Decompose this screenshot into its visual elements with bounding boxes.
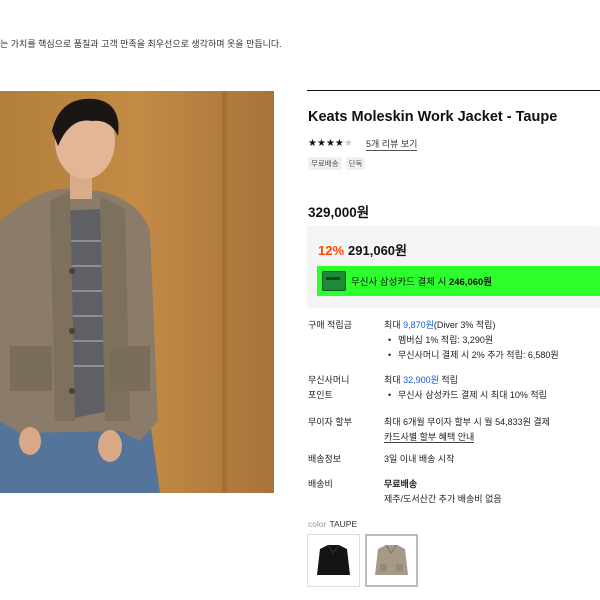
points-value: 9,870원 bbox=[403, 320, 434, 330]
points-suffix: (Diver 3% 적립) bbox=[433, 320, 496, 330]
points-sub-item: 멤버십 1% 적립: 3,290원 bbox=[384, 333, 559, 348]
color-label-text: color bbox=[308, 519, 327, 529]
money-label-line2: 포인트 bbox=[308, 390, 333, 400]
sale-price-box: 12% 291,060원 무신사 삼성카드 결제 시 246,060원 bbox=[307, 226, 600, 308]
money-sub-item: 무신사 삼성카드 결제 시 최대 10% 적립 bbox=[384, 388, 547, 403]
discount-percent: 12% bbox=[318, 243, 345, 258]
product-title: Keats Moleskin Work Jacket - Taupe bbox=[308, 109, 558, 125]
badge-list: 무료배송 단독 bbox=[308, 157, 366, 170]
points-value-block: 최대 9,870원(Diver 3% 적립) 멤버십 1% 적립: 3,290원… bbox=[384, 318, 559, 363]
card-promo-price: 246,060원 bbox=[448, 277, 493, 288]
star-icon: ★ bbox=[334, 138, 344, 149]
star-icon: ★ bbox=[308, 138, 317, 149]
credit-card-icon bbox=[322, 271, 346, 291]
star-icon: ★ bbox=[325, 138, 335, 149]
sale-price: 291,060원 bbox=[348, 243, 407, 258]
shipping-note: 제주/도서산간 추가 배송비 없음 bbox=[384, 494, 502, 504]
points-label: 구매 적립금 bbox=[308, 320, 352, 330]
installment-value-block: 최대 6개월 무이자 할부 시 월 54,833원 결제 카드사별 할부 혜택 … bbox=[384, 415, 550, 445]
installment-link[interactable]: 카드사별 할부 혜택 안내 bbox=[384, 432, 475, 443]
delivery-info-label: 배송정보 bbox=[308, 454, 342, 464]
original-price: 329,000원 bbox=[308, 205, 370, 220]
delivery-info-text: 3일 이내 배송 시작 bbox=[384, 454, 455, 464]
money-value-block: 최대 32,900원 적립 무신사 삼성카드 결제 시 최대 10% 적립 bbox=[384, 373, 547, 403]
money-suffix: 적립 bbox=[441, 375, 458, 385]
color-label: color TAUPE bbox=[308, 519, 357, 529]
brand-tagline: 는 가치를 핵심으로 품질과 고객 만족을 최우선으로 생각하며 옷을 만듭니다… bbox=[0, 39, 282, 49]
product-photo bbox=[0, 91, 274, 493]
color-option-taupe[interactable] bbox=[365, 534, 418, 587]
review-link[interactable]: 5개 리뷰 보기 bbox=[366, 139, 418, 151]
money-label: 무신사머니 포인트 bbox=[308, 373, 383, 403]
rating-stars: ★★★★★ bbox=[308, 138, 353, 149]
sale-price-line: 12% 291,060원 bbox=[318, 240, 407, 259]
money-value: 32,900원 bbox=[403, 375, 439, 385]
shipping-value: 무료배송 bbox=[384, 479, 418, 489]
color-value: TAUPE bbox=[329, 519, 358, 529]
shipping-label: 배송비 bbox=[308, 479, 333, 489]
shipping-value-block: 무료배송 제주/도서산간 추가 배송비 없음 bbox=[384, 477, 502, 507]
points-prefix: 최대 bbox=[384, 320, 401, 330]
star-icon: ★ bbox=[316, 138, 326, 149]
installment-text: 최대 6개월 무이자 할부 시 월 54,833원 결제 bbox=[384, 417, 550, 427]
installment-label: 무이자 할부 bbox=[308, 417, 352, 427]
card-promo-banner[interactable]: 무신사 삼성카드 결제 시 246,060원 bbox=[317, 266, 600, 296]
color-option-black[interactable] bbox=[307, 534, 360, 587]
free-shipping-badge: 무료배송 bbox=[308, 157, 342, 170]
card-promo-text: 무신사 삼성카드 결제 시 246,060원 bbox=[351, 274, 492, 288]
points-sub-item: 무신사머니 결제 시 2% 추가 적립: 6,580원 bbox=[384, 348, 559, 363]
money-prefix: 최대 bbox=[384, 375, 401, 385]
money-label-line1: 무신사머니 bbox=[308, 375, 350, 385]
exclusive-badge: 단독 bbox=[345, 157, 366, 170]
section-divider bbox=[307, 90, 600, 91]
star-empty-icon: ★ bbox=[343, 138, 353, 149]
card-promo-prefix: 무신사 삼성카드 결제 시 bbox=[351, 277, 447, 288]
